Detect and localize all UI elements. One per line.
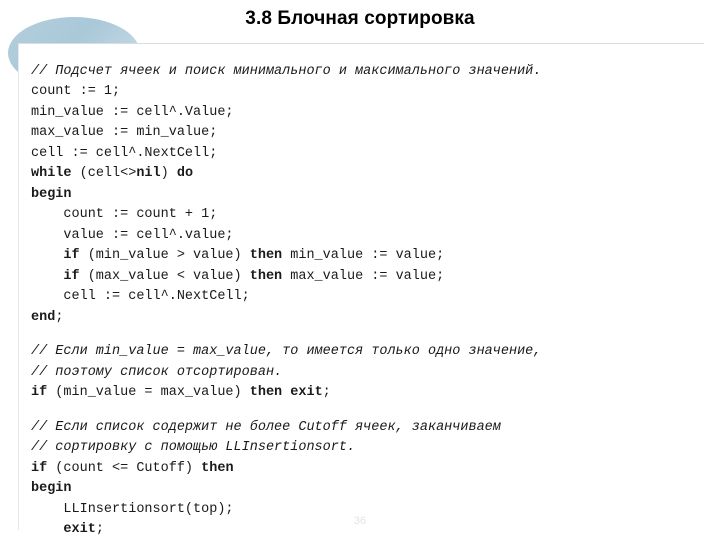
code-line: begin <box>31 186 72 202</box>
page-number: 36 <box>353 515 367 527</box>
code-line: cell := cell^.NextCell; <box>31 289 250 304</box>
page-title: 3.8 Блочная сортировка <box>245 8 475 29</box>
code-line: if (max_value < value) then max_value :=… <box>63 268 445 284</box>
code-line: count := count + 1; <box>31 207 218 222</box>
code-line: count := 1; <box>31 84 121 99</box>
code-line: while (cell<>nil) do <box>31 166 194 181</box>
code-line: max_value := min_value; <box>31 125 218 140</box>
code-comment-line: // сортировку с помощью LLInsertionsort. <box>31 440 356 455</box>
code-line: value := cell^.value; <box>31 227 234 243</box>
code-line: end; <box>31 309 64 325</box>
code-line: if (min_value > value) then min_value :=… <box>63 248 445 263</box>
code-listing: // Подсчет ячеек и поиск минимального и … <box>19 62 704 540</box>
code-line: cell := cell^.NextCell; <box>31 145 218 161</box>
code-comment-line: // Если min_value = max_value, то имеетс… <box>31 344 542 359</box>
presentation-slide: 3.8 Блочная сортировка // Подсчет ячеек … <box>0 0 720 540</box>
code-comment-line: // Подсчет ячеек и поиск минимального и … <box>31 63 542 79</box>
code-line: if (min_value = max_value) then exit; <box>31 385 331 400</box>
code-comment-line: // Если список содержит не более Cutoff … <box>31 419 501 435</box>
code-line: if (count <= Cutoff) then <box>31 460 234 476</box>
code-line: begin <box>31 481 72 496</box>
code-comment-line: // поэтому список отсортирован. <box>31 364 283 380</box>
code-line: min_value := cell^.Value; <box>31 104 234 120</box>
code-panel: // Подсчет ячеек и поиск минимального и … <box>18 43 704 537</box>
